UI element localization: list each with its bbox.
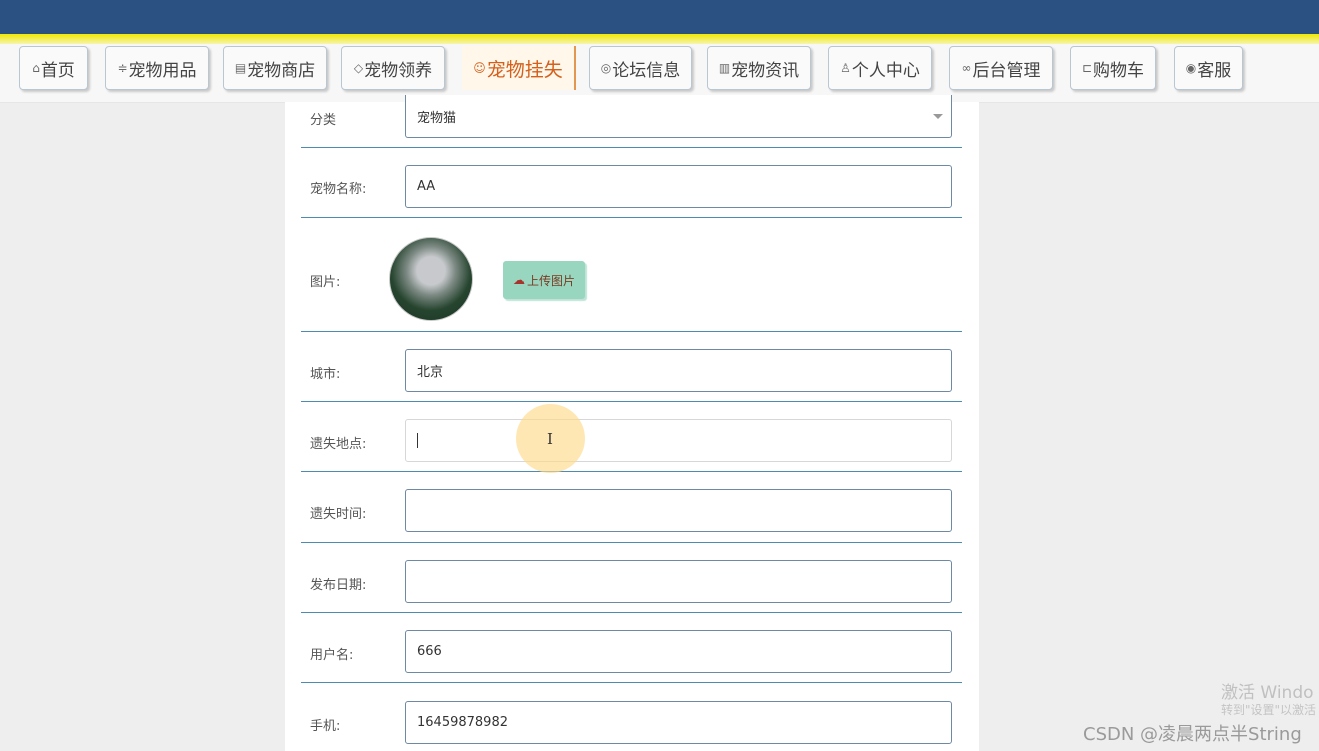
nav-pet-news-label: 宠物资讯 <box>731 60 800 81</box>
nav-pet-shop-label: 宠物商店 <box>247 60 316 81</box>
tag-icon: ◎ <box>600 61 612 75</box>
ibeam-cursor-icon: I <box>547 430 553 448</box>
nav-home-label: 首页 <box>40 60 75 81</box>
nav-forum[interactable]: ◎ 论坛信息 <box>589 46 692 90</box>
chat-icon: ◉ <box>1185 61 1197 75</box>
nav-admin-label: 后台管理 <box>972 60 1041 81</box>
form-row-username: 用户名: 666 <box>301 613 962 683</box>
sliders-icon: ≑ <box>117 61 128 75</box>
picture-label: 图片: <box>310 275 341 290</box>
form-row-lost-place: 遗失地点: <box>301 402 962 472</box>
nav-pet-adoption[interactable]: ◇ 宠物领养 <box>341 46 445 90</box>
lost-time-input[interactable] <box>405 489 952 532</box>
activation-watermark-title: 激活 Windo <box>1221 683 1314 703</box>
nav-customer-service[interactable]: ◉ 客服 <box>1174 46 1243 90</box>
top-header-bar <box>0 0 1319 34</box>
cloud-upload-icon: ☁ <box>512 273 525 287</box>
lost-pet-form: 分类 宠物猫 宠物名称: AA 图片: ☁ 上传图片 城市: 北京 遗失地点: … <box>285 95 979 751</box>
form-row-phone: 手机: 16459878982 <box>301 683 962 751</box>
nav-forum-label: 论坛信息 <box>612 60 681 81</box>
category-label: 分类 <box>310 113 337 128</box>
nav-admin[interactable]: ∞ 后台管理 <box>949 46 1053 90</box>
source-credit: CSDN @凌晨两点半String <box>1083 724 1302 745</box>
lost-place-input[interactable] <box>405 419 952 462</box>
category-select[interactable]: 宠物猫 <box>405 95 952 138</box>
city-value: 北京 <box>417 365 444 380</box>
pet-photo-thumbnail <box>389 237 473 321</box>
nav-pet-supplies[interactable]: ≑ 宠物用品 <box>105 46 209 90</box>
nav-customer-service-label: 客服 <box>1197 60 1232 81</box>
nav-pet-shop[interactable]: ▤ 宠物商店 <box>223 46 327 90</box>
nav-cart[interactable]: ⊏ 购物车 <box>1070 46 1156 90</box>
username-value: 666 <box>417 644 442 659</box>
smile-icon: ☺ <box>473 61 486 75</box>
phone-input[interactable]: 16459878982 <box>405 701 952 744</box>
username-input[interactable]: 666 <box>405 630 952 673</box>
form-row-city: 城市: 北京 <box>301 332 962 402</box>
nav-cart-label: 购物车 <box>1093 60 1145 81</box>
accent-stripe <box>0 34 1319 44</box>
publish-date-label: 发布日期: <box>310 578 367 593</box>
publish-date-input[interactable] <box>405 560 952 603</box>
form-row-publish-date: 发布日期: <box>301 543 962 613</box>
home-icon: ⌂ <box>32 61 40 75</box>
cube-icon: ◇ <box>353 61 364 75</box>
cart-icon: ⊏ <box>1081 61 1093 75</box>
nav-personal-center-label: 个人中心 <box>851 60 920 81</box>
nav-pet-supplies-label: 宠物用品 <box>128 60 197 81</box>
nav-pet-adoption-label: 宠物领养 <box>364 60 433 81</box>
pet-name-input[interactable]: AA <box>405 165 952 208</box>
city-label: 城市: <box>310 367 341 382</box>
city-input[interactable]: 北京 <box>405 349 952 392</box>
pet-name-label: 宠物名称: <box>310 182 367 197</box>
username-label: 用户名: <box>310 648 354 663</box>
lost-place-label: 遗失地点: <box>310 437 367 452</box>
upload-image-button[interactable]: ☁ 上传图片 <box>503 261 585 299</box>
nav-pet-news[interactable]: ▥ 宠物资讯 <box>707 46 811 90</box>
form-row-pet-name: 宠物名称: AA <box>301 148 962 218</box>
text-cursor <box>417 433 418 448</box>
form-row-lost-time: 遗失时间: <box>301 472 962 543</box>
nav-pet-lost[interactable]: ☺ 宠物挂失 <box>462 46 576 90</box>
clipboard-icon: ▥ <box>718 61 731 75</box>
pet-name-value: AA <box>417 179 436 194</box>
phone-label: 手机: <box>310 719 341 734</box>
nav-personal-center[interactable]: ♙ 个人中心 <box>828 46 932 90</box>
activation-watermark-sub: 转到"设置"以激活 <box>1221 703 1317 717</box>
nav-pet-lost-label: 宠物挂失 <box>486 58 563 81</box>
upload-image-label: 上传图片 <box>526 273 575 288</box>
calendar-icon: ▤ <box>234 61 247 75</box>
link-icon: ∞ <box>961 61 972 75</box>
lost-time-label: 遗失时间: <box>310 507 367 522</box>
phone-value: 16459878982 <box>417 715 508 730</box>
form-row-category: 分类 宠物猫 <box>301 95 962 148</box>
chevron-down-icon <box>933 114 943 119</box>
category-value: 宠物猫 <box>417 110 457 126</box>
nav-home[interactable]: ⌂ 首页 <box>19 46 88 90</box>
user-icon: ♙ <box>840 61 851 75</box>
